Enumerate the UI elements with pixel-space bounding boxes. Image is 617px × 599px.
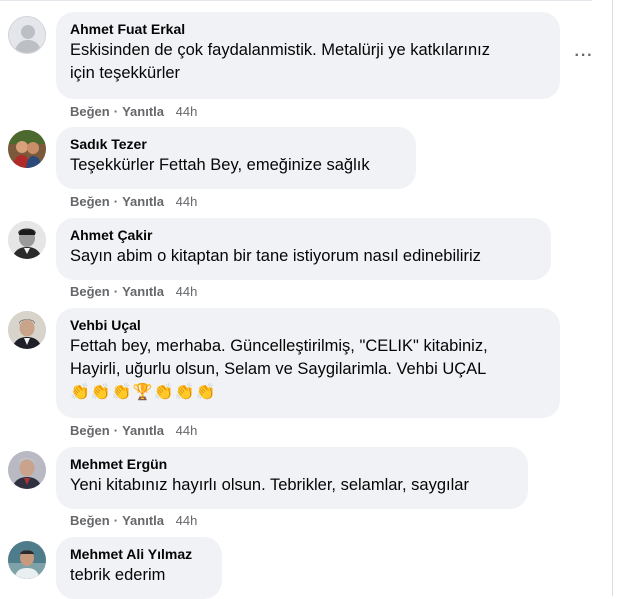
comment-bubble: Mehmet Ali Yılmaz tebrik ederim — [56, 537, 222, 599]
separator-dot: · — [113, 423, 119, 438]
comment-author[interactable]: Mehmet Ergün — [70, 456, 514, 473]
comment-actions: Beğen · Yanıtla 44h — [70, 104, 197, 120]
clapping-hands-emoji: 👏 — [174, 384, 195, 401]
comment-bubble: Mehmet Ergün Yeni kitabınız hayırlı olsu… — [56, 447, 528, 509]
comment-actions: Beğen · Yanıtla 44h — [70, 284, 197, 300]
comment-text-line: Sayın abim o kitaptan bir tane istiyorum… — [70, 247, 481, 265]
comment-text-line: Eskisinden de çok faydalanmistik. Metalü… — [70, 41, 491, 59]
comment-author[interactable]: Ahmet Çakir — [70, 227, 537, 244]
comment-text-line: Yeni kitabınız hayırlı olsun. Tebrikler,… — [70, 476, 469, 494]
avatar[interactable] — [8, 221, 46, 259]
comment-text-line: tebrik ederim — [70, 566, 166, 584]
comment-actions: Beğen · Yanıtla 44h — [70, 423, 197, 439]
separator-dot: · — [113, 104, 119, 119]
clapping-hands-emoji: 👏 — [153, 384, 174, 401]
timestamp-link[interactable]: 44h — [176, 423, 198, 438]
comment-bubble: Ahmet Çakir Sayın abim o kitaptan bir ta… — [56, 218, 551, 280]
comment-text-line: Hayirli, uğurlu olsun, Selam ve Saygilar… — [70, 360, 487, 378]
comment-bubble: Vehbi Uçal Fettah bey, merhaba. Güncelle… — [56, 308, 560, 418]
like-link[interactable]: Beğen — [70, 104, 110, 119]
timestamp-link[interactable]: 44h — [176, 194, 198, 209]
avatar-placeholder[interactable] — [8, 16, 46, 54]
comment-text: Yeni kitabınız hayırlı olsun. Tebrikler,… — [70, 474, 514, 497]
comment-text-line: Fettah bey, merhaba. Güncelleştirilmiş, … — [70, 337, 488, 355]
profile-photo-icon — [8, 541, 46, 579]
emoji-row: 👏 👏 👏 🏆 👏 👏 👏 — [70, 383, 546, 403]
reply-link[interactable]: Yanıtla — [122, 423, 164, 438]
comment-actions: Beğen · Yanıtla 44h — [70, 194, 197, 210]
clapping-hands-emoji: 👏 — [70, 384, 90, 401]
profile-photo-icon — [8, 451, 46, 489]
comment-author[interactable]: Sadık Tezer — [70, 136, 402, 153]
comment-text: Eskisinden de çok faydalanmistik. Metalü… — [70, 39, 546, 85]
reply-link[interactable]: Yanıtla — [122, 194, 164, 209]
clapping-hands-emoji: 👏 — [111, 384, 132, 401]
profile-photo-icon — [8, 311, 46, 349]
like-link[interactable]: Beğen — [70, 423, 110, 438]
comment-text: tebrik ederim — [70, 564, 208, 587]
separator-dot: · — [113, 284, 119, 299]
comment-actions: Beğen · Yanıtla 44h — [70, 513, 197, 529]
default-user-icon — [9, 17, 45, 53]
separator-dot: · — [113, 513, 119, 528]
timestamp-link[interactable]: 44h — [176, 284, 198, 299]
more-options-icon[interactable]: ··· — [572, 44, 596, 68]
top-divider — [0, 0, 592, 1]
comment-bubble: Ahmet Fuat Erkal Eskisinden de çok fayda… — [56, 12, 560, 99]
comment-text: Teşekkürler Fettah Bey, emeğinize sağlık — [70, 154, 402, 177]
timestamp-link[interactable]: 44h — [176, 513, 198, 528]
separator-dot: · — [113, 194, 119, 209]
comment-bubble: Sadık Tezer Teşekkürler Fettah Bey, emeğ… — [56, 127, 416, 189]
reply-link[interactable]: Yanıtla — [122, 284, 164, 299]
like-link[interactable]: Beğen — [70, 513, 110, 528]
panel-border — [612, 0, 613, 596]
avatar[interactable] — [8, 130, 46, 168]
avatar[interactable] — [8, 451, 46, 489]
avatar[interactable] — [8, 541, 46, 579]
profile-photo-icon — [8, 130, 46, 168]
comment-author[interactable]: Mehmet Ali Yılmaz — [70, 546, 208, 563]
like-link[interactable]: Beğen — [70, 194, 110, 209]
clapping-hands-emoji: 👏 — [90, 384, 111, 401]
reply-link[interactable]: Yanıtla — [122, 104, 164, 119]
reply-link[interactable]: Yanıtla — [122, 513, 164, 528]
like-link[interactable]: Beğen — [70, 284, 110, 299]
profile-photo-icon — [8, 221, 46, 259]
trophy-emoji: 🏆 — [132, 384, 153, 401]
clapping-hands-emoji: 👏 — [195, 384, 216, 401]
comment-text-line: için teşekkürler — [70, 64, 181, 82]
comment-author[interactable]: Ahmet Fuat Erkal — [70, 21, 546, 38]
comment-text: Sayın abim o kitaptan bir tane istiyorum… — [70, 245, 537, 268]
comment-author[interactable]: Vehbi Uçal — [70, 317, 546, 334]
comment-text: Fettah bey, merhaba. Güncelleştirilmiş, … — [70, 335, 546, 381]
timestamp-link[interactable]: 44h — [176, 104, 198, 119]
comment-text-line: Teşekkürler Fettah Bey, emeğinize sağlık — [70, 156, 370, 174]
avatar[interactable] — [8, 311, 46, 349]
